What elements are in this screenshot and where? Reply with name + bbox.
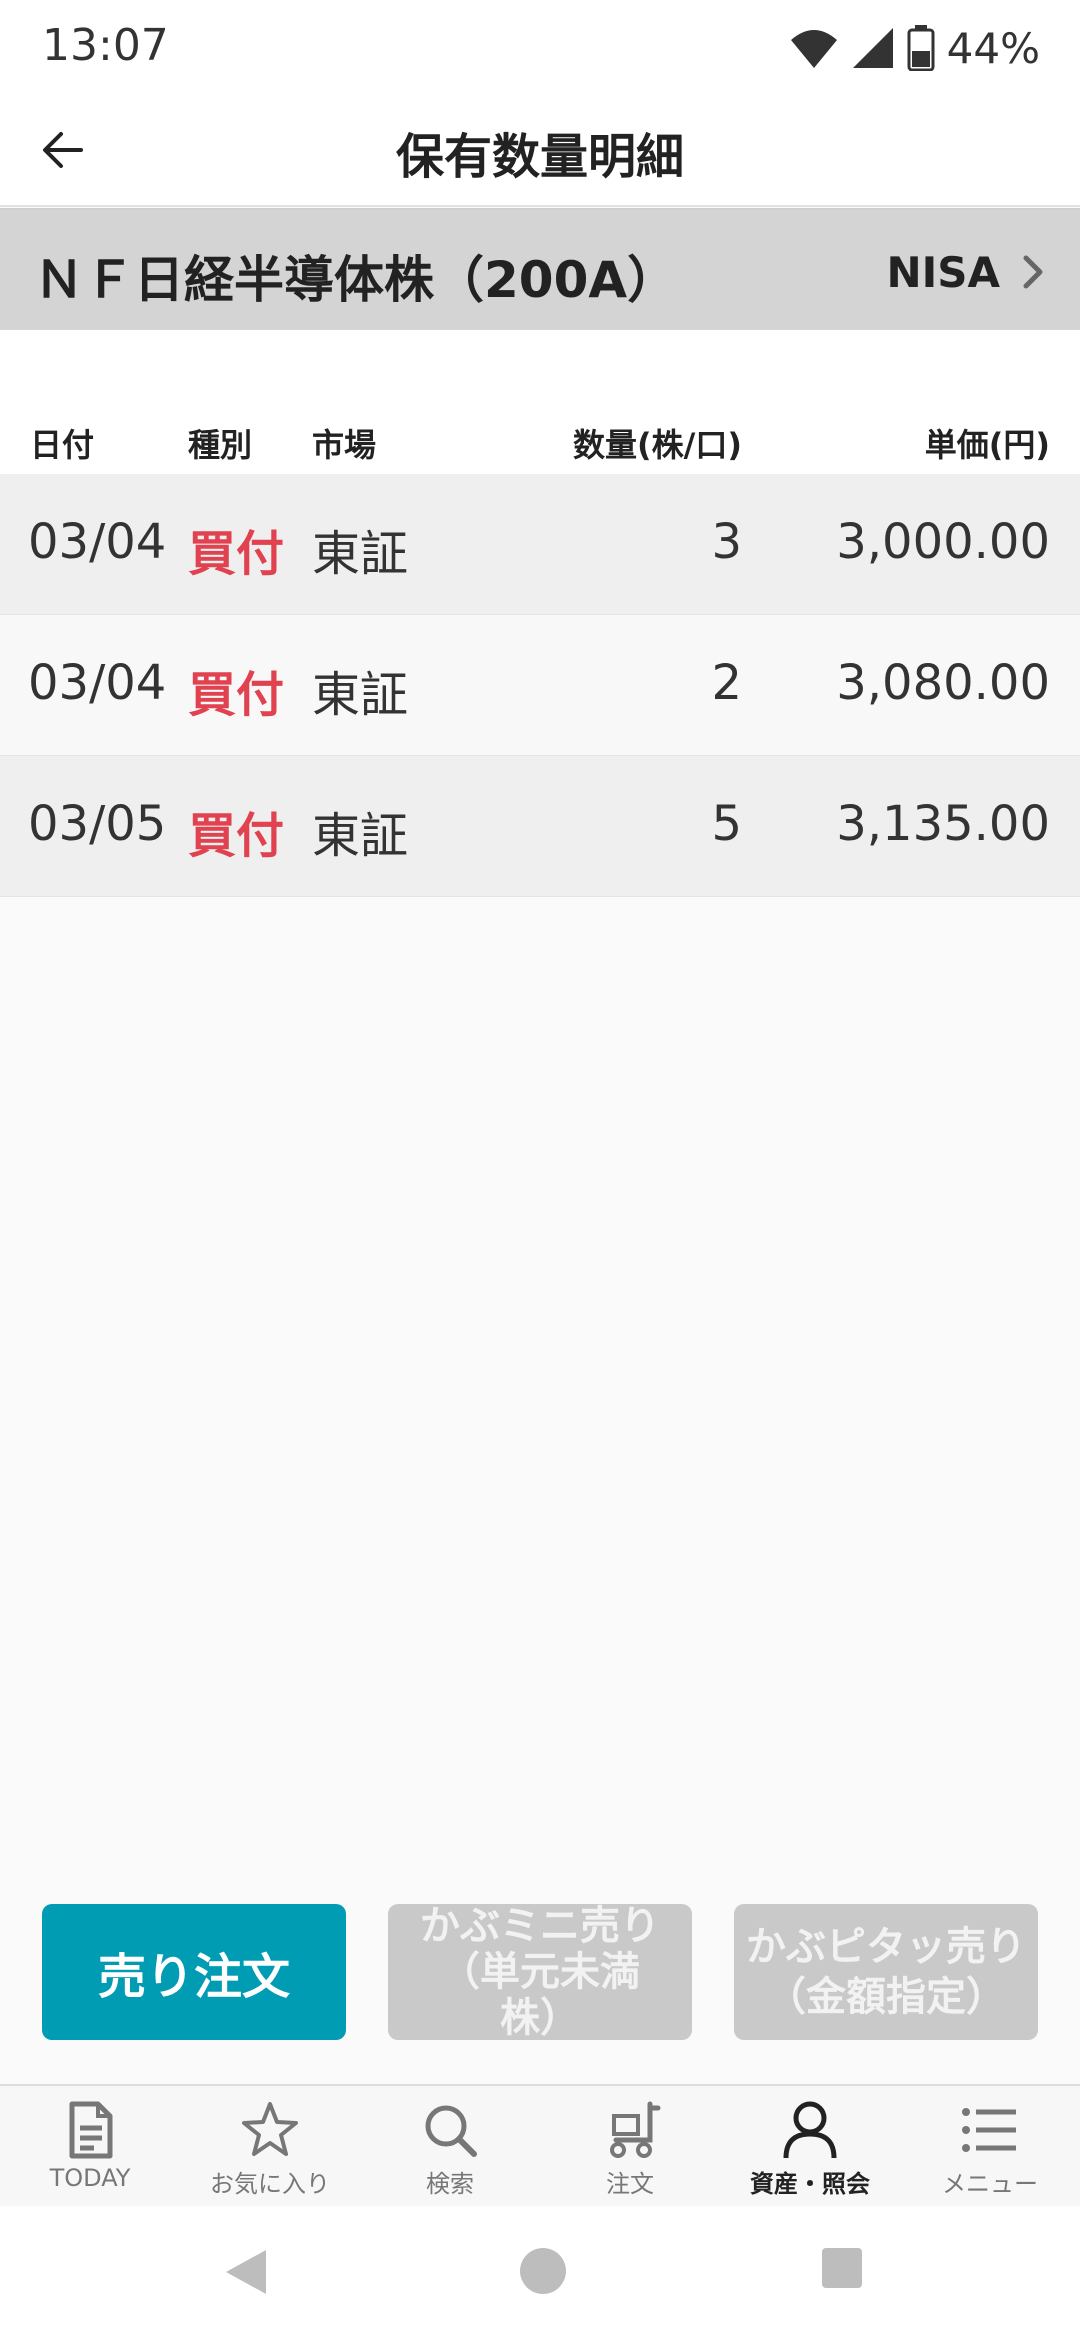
row-market: 東証 (312, 808, 409, 864)
kabu-mini-sell-line2: （単元未満 (440, 1949, 640, 1995)
column-header-price: 単価(円) (924, 426, 1050, 464)
spacer (0, 330, 1080, 380)
menu-icon (962, 2108, 1016, 2152)
nav-item-search[interactable]: 検索 (360, 2086, 540, 2208)
kabu-pitat-sell-label: かぶピタッ売り （金額指定） (746, 1922, 1026, 2022)
table-row: 03/05 買付 東証 5 3,135.00 (0, 756, 1080, 897)
home-circle-icon[interactable] (518, 2246, 568, 2296)
nav-label: メニュー (942, 2170, 1038, 2198)
chevron-right-icon (1023, 255, 1043, 289)
row-date: 03/04 (28, 514, 167, 570)
battery-percent: 44% (946, 23, 1040, 73)
holding-rows: 03/04 買付 東証 3 3,000.00 03/04 買付 東証 2 3,0… (0, 474, 1080, 897)
column-header-market: 市場 (312, 426, 377, 464)
status-icons: 44% (789, 18, 1040, 78)
column-header-date: 日付 (30, 426, 95, 464)
nav-label: お気に入り (210, 2170, 330, 2198)
row-quantity: 3 (711, 514, 742, 570)
app-header: 保有数量明細 (0, 95, 1080, 207)
row-price: 3,135.00 (836, 796, 1050, 852)
cart-icon (610, 2101, 661, 2158)
search-icon (425, 2105, 477, 2157)
row-quantity: 2 (711, 655, 742, 711)
row-date: 03/05 (28, 796, 167, 852)
recents-square-icon[interactable] (820, 2246, 864, 2290)
nav-label: TODAY (49, 2164, 131, 2192)
kabu-mini-sell-line1: かぶミニ売り (420, 1904, 660, 1949)
action-buttons: 売り注文 かぶミニ売り （単元未満 株） かぶピタッ売り （金額指定） (0, 1880, 1080, 2080)
row-type: 買付 (188, 526, 285, 582)
row-quantity: 5 (711, 796, 742, 852)
nav-label: 資産・照会 (750, 2170, 870, 2198)
kabu-mini-sell-line3: 株） (500, 1995, 580, 2040)
kabu-mini-sell-button[interactable]: かぶミニ売り （単元未満 株） (388, 1904, 692, 2040)
document-icon (69, 2101, 113, 2159)
bottom-nav: TODAY お気に入り 検索 注文 資産・照会 メニュー (0, 2084, 1080, 2208)
kabu-pitat-sell-line2: （金額指定） (766, 1974, 1006, 2020)
row-market: 東証 (312, 667, 409, 723)
system-nav-bar (0, 2206, 1080, 2340)
star-icon (242, 2102, 298, 2156)
nav-item-assets[interactable]: 資産・照会 (720, 2086, 900, 2208)
table-row: 03/04 買付 東証 2 3,080.00 (0, 615, 1080, 756)
security-name: ＮＦ日経半導体株（200A） (34, 251, 678, 309)
person-icon (783, 2101, 837, 2159)
kabu-pitat-sell-line1: かぶピタッ売り (746, 1924, 1026, 1970)
battery-icon (907, 25, 935, 71)
nav-item-menu[interactable]: メニュー (900, 2086, 1080, 2208)
nav-item-order[interactable]: 注文 (540, 2086, 720, 2208)
status-bar: 13:07 44% (0, 0, 1080, 95)
security-bar[interactable]: ＮＦ日経半導体株（200A） NISA (0, 208, 1080, 332)
row-type: 買付 (188, 808, 285, 864)
row-date: 03/04 (28, 655, 167, 711)
row-type: 買付 (188, 667, 285, 723)
nav-label: 注文 (606, 2170, 654, 2198)
kabu-pitat-sell-button[interactable]: かぶピタッ売り （金額指定） (734, 1904, 1038, 2040)
signal-icon (852, 28, 893, 68)
row-market: 東証 (312, 526, 409, 582)
wifi-icon (790, 30, 837, 68)
table-row: 03/04 買付 東証 3 3,000.00 (0, 474, 1080, 615)
account-type-badge: NISA (886, 248, 1000, 297)
nav-label: 検索 (426, 2170, 474, 2198)
status-time: 13:07 (42, 20, 169, 71)
column-header-type: 種別 (188, 426, 253, 464)
page-title: 保有数量明細 (395, 129, 684, 185)
sell-order-button[interactable]: 売り注文 (42, 1904, 346, 2040)
nav-item-today[interactable]: TODAY (0, 2086, 180, 2208)
kabu-mini-sell-label: かぶミニ売り （単元未満 株） (420, 1904, 660, 2040)
row-price: 3,080.00 (836, 655, 1050, 711)
table-header: 日付 種別 市場 数量(株/口) 単価(円) (0, 380, 1080, 474)
row-price: 3,000.00 (836, 514, 1050, 570)
nav-item-favorites[interactable]: お気に入り (180, 2086, 360, 2208)
column-header-quantity: 数量(株/口) (573, 426, 742, 464)
back-triangle-icon[interactable] (222, 2246, 270, 2298)
